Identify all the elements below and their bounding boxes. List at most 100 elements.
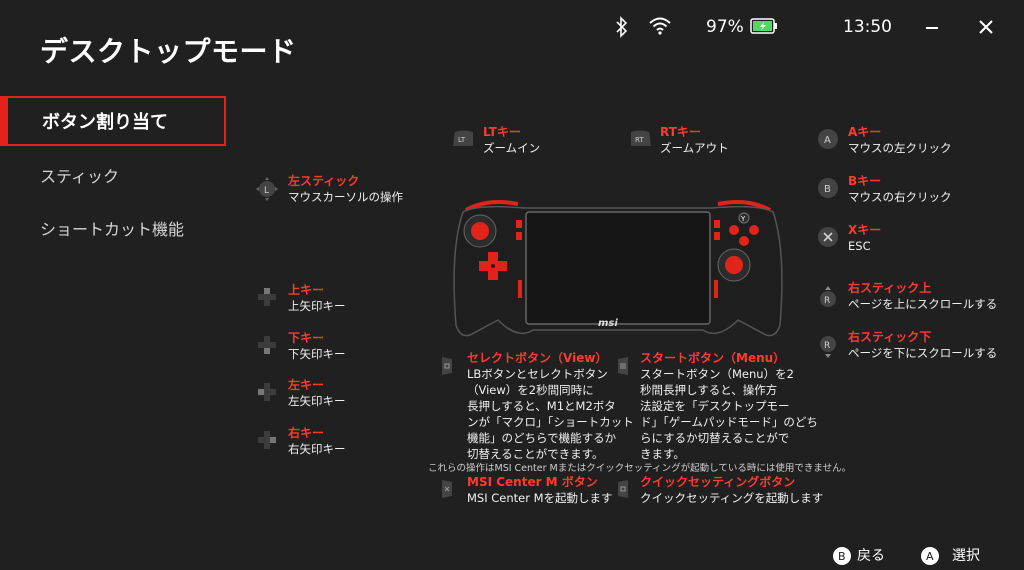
mapping-right: 右キー 右矢印キー [288, 425, 346, 457]
nav-label: スティック [40, 167, 120, 186]
mapping-desc: 上矢印キー [288, 299, 346, 313]
mapping-desc-line: ド」「ゲームパッドモード」のどち [640, 415, 818, 429]
minimize-icon[interactable] [922, 18, 942, 38]
nav-label: ショートカット機能 [40, 220, 185, 239]
battery-icon [750, 17, 778, 35]
mapping-left: 左キー 左矢印キー [288, 377, 346, 409]
mapping-a: Aキー マウスの左クリック [848, 124, 952, 156]
mapping-desc-line: LBボタンとセレクトボタン [467, 367, 608, 381]
menu-button-icon [616, 355, 630, 377]
svg-text:B: B [824, 184, 831, 195]
b-button-icon: B [817, 177, 839, 199]
controller-image: msi Y [448, 190, 788, 340]
msi-center-button-icon [440, 478, 454, 500]
mapping-lt: LTキー ズームイン [483, 124, 540, 156]
mapping-title: セレクトボタン（View） [467, 351, 608, 365]
page-title: デスクトップモード [40, 35, 297, 68]
mapping-title: Bキー [848, 174, 882, 188]
mapping-rs-down: 右スティック下 ページを下にスクロールする [848, 329, 997, 361]
mapping-title: 右スティック下 [848, 330, 932, 344]
mapping-desc-line: （View）を2秒間同時に [467, 383, 594, 397]
svg-text:R: R [824, 341, 830, 351]
battery-percent: 97% [706, 17, 744, 37]
mapping-title: クイックセッティングボタン [640, 475, 796, 489]
mapping-quick: クイックセッティングボタン クイックセッティングを起動します [640, 474, 823, 506]
left-stick-icon: L [256, 176, 278, 202]
right-stick-down-icon: R [817, 333, 839, 359]
right-stick-up-icon: R [817, 285, 839, 311]
quick-settings-button-icon [616, 478, 630, 500]
mapping-desc-line: 法設定を「デスクトップモー [640, 399, 790, 413]
mapping-title: LTキー [483, 125, 521, 139]
mapping-desc: マウスの左クリック [848, 141, 952, 155]
mapping-up: 上キー 上矢印キー [288, 282, 346, 314]
select-hint[interactable]: 選択 [952, 545, 980, 565]
mapping-desc: ページを下にスクロールする [848, 346, 998, 360]
mapping-x: Xキー ESC [848, 222, 881, 254]
mapping-title: 左キー [288, 378, 325, 392]
mapping-left-stick: 左スティック マウスカーソルの操作 [288, 173, 403, 205]
mapping-title: MSI Center M ボタン [467, 475, 598, 489]
mapping-desc-line: 秒間長押しすると、操作方 [640, 383, 778, 397]
svg-text:msi: msi [598, 318, 618, 329]
mapping-desc: ズームイン [483, 141, 541, 155]
bluetooth-icon [614, 16, 630, 38]
mapping-title: スタートボタン（Menu） [640, 351, 786, 365]
mapping-b: Bキー マウスの右クリック [848, 173, 952, 205]
mapping-title: 上キー [288, 283, 325, 297]
mapping-desc: ESC [848, 239, 871, 253]
mapping-desc-line: らにするか切替えることがで [640, 431, 790, 445]
a-button-icon: A [817, 128, 839, 150]
mapping-select: セレクトボタン（View） LBボタンとセレクトボタン （View）を2秒間同時… [467, 350, 634, 462]
wifi-icon [648, 16, 672, 36]
view-button-icon [440, 355, 454, 377]
dpad-left-icon [256, 381, 278, 403]
nav-button-mapping[interactable]: ボタン割り当て [0, 96, 226, 146]
mapping-desc-line: 長押しすると、M1とM2ボタ [467, 399, 616, 413]
mapping-rt: RTキー ズームアウト [660, 124, 729, 156]
mapping-desc: 下矢印キー [288, 347, 346, 361]
nav-stick[interactable]: スティック [0, 150, 226, 200]
svg-text:LT: LT [458, 136, 466, 144]
mapping-desc-line: 機能」のどちらで機能するか [467, 431, 617, 445]
rt-icon: RT [628, 128, 654, 148]
svg-text:L: L [264, 186, 269, 196]
clock: 13:50 [843, 17, 892, 37]
mapping-desc: ページを上にスクロールする [848, 297, 998, 311]
mapping-title: 右キー [288, 426, 325, 440]
mapping-desc: 右矢印キー [288, 442, 346, 456]
mapping-desc: クイックセッティングを起動します [640, 491, 824, 505]
x-button-icon [817, 226, 839, 248]
dpad-right-icon [256, 429, 278, 451]
mapping-title: 右スティック上 [848, 281, 932, 295]
mapping-title: 左スティック [288, 174, 360, 188]
mapping-desc: 左矢印キー [288, 394, 346, 408]
back-hint[interactable]: 戻る [857, 545, 885, 565]
mapping-start: スタートボタン（Menu） スタートボタン（Menu）を2 秒間長押しすると、操… [640, 350, 818, 462]
mapping-desc: MSI Center Mを起動します [467, 491, 613, 505]
mapping-desc-line: ンが「マクロ」「ショートカット [467, 415, 634, 429]
close-icon[interactable] [976, 17, 996, 37]
a-hint-icon: A [920, 546, 940, 566]
mapping-desc-line: スタートボタン（Menu）を2 [640, 367, 794, 381]
dpad-up-icon [256, 286, 278, 308]
mapping-title: RTキー [660, 125, 701, 139]
svg-text:RT: RT [635, 136, 644, 144]
nav-shortcut[interactable]: ショートカット機能 [0, 203, 226, 253]
nav-label: ボタン割り当て [42, 112, 168, 133]
svg-text:Y: Y [740, 215, 746, 223]
b-hint-icon: B [832, 546, 852, 566]
mapping-down: 下キー 下矢印キー [288, 330, 346, 362]
mapping-desc: マウスカーソルの操作 [288, 190, 403, 204]
mapping-title: 下キー [288, 331, 325, 345]
mapping-title: Xキー [848, 223, 882, 237]
lt-icon: LT [450, 128, 476, 148]
svg-text:A: A [824, 135, 831, 146]
mapping-rs-up: 右スティック上 ページを上にスクロールする [848, 280, 997, 312]
mapping-title: Aキー [848, 125, 882, 139]
dpad-down-icon [256, 334, 278, 356]
svg-text:R: R [824, 296, 830, 306]
mapping-desc: マウスの右クリック [848, 190, 952, 204]
usage-notice: これらの操作はMSI Center Mまたはクイックセッティングが起動している時… [428, 463, 852, 474]
mapping-desc: ズームアウト [660, 141, 729, 155]
